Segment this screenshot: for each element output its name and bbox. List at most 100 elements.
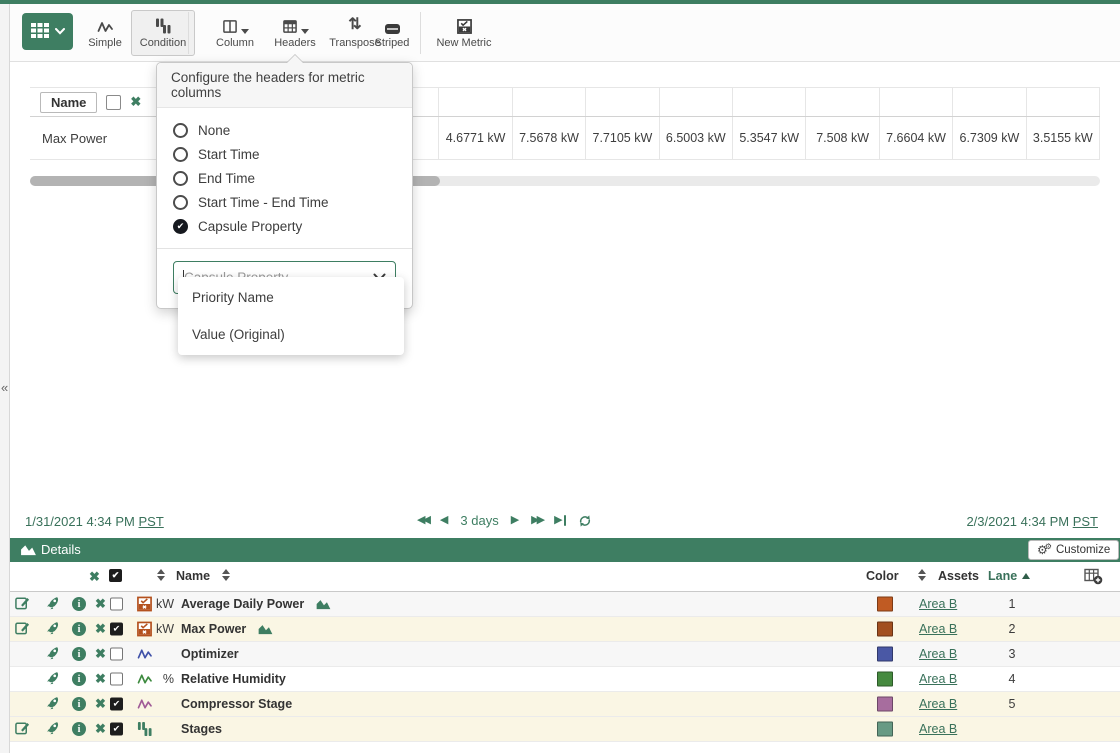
asset-link[interactable]: Area B [919, 722, 957, 736]
display-range-bar: 1/31/2021 4:34 PM PST ◀◀ ◀ 3 days ▶ ▶▶ ▶… [10, 508, 1120, 538]
remove-column-icon[interactable]: ✖ [130, 94, 141, 110]
table-toolbar: Simple Condition Column [10, 4, 1120, 62]
row-checkbox[interactable] [110, 598, 123, 611]
select-all-checkbox[interactable]: ✔ [109, 569, 122, 582]
step-to-end-icon[interactable]: ▶ [554, 515, 566, 526]
range-start[interactable]: 1/31/2021 4:34 PM PST [25, 514, 164, 529]
popover-arrow [287, 55, 303, 63]
chevron-down-icon [55, 28, 65, 35]
remove-icon[interactable]: ✖ [95, 696, 106, 712]
timezone-link[interactable]: PST [138, 514, 163, 529]
collapse-sidebar-icon[interactable]: « [1, 380, 8, 395]
color-column-header[interactable]: Color [866, 569, 899, 583]
color-swatch[interactable] [877, 697, 893, 712]
signal-icon [97, 17, 114, 34]
refresh-icon[interactable] [578, 514, 592, 528]
radio-option-start-end-time[interactable]: Start Time - End Time [173, 190, 396, 214]
collapsed-sidebar[interactable]: « [0, 4, 10, 753]
asset-link[interactable]: Area B [919, 697, 957, 711]
rocket-icon[interactable] [46, 670, 61, 688]
timezone-link[interactable]: PST [1073, 514, 1098, 529]
rocket-icon[interactable] [46, 720, 61, 738]
unit-label: kW [150, 597, 174, 611]
color-swatch[interactable] [877, 647, 893, 662]
asset-link[interactable]: Area B [919, 597, 957, 611]
menu-item-value-original[interactable]: Value (Original) [178, 316, 404, 353]
area-chart-icon [20, 543, 37, 561]
radio-option-start-time[interactable]: Start Time [173, 142, 396, 166]
remove-icon[interactable]: ✖ [95, 596, 106, 612]
table-view-button[interactable] [22, 13, 73, 50]
lane-number: 2 [998, 622, 1026, 636]
color-swatch[interactable] [877, 672, 893, 687]
remove-icon[interactable]: ✖ [95, 671, 106, 687]
asset-link[interactable]: Area B [919, 647, 957, 661]
radio-checked-icon: ✔ [173, 219, 188, 234]
info-icon[interactable]: i [72, 622, 86, 636]
edit-icon[interactable] [15, 720, 30, 738]
menu-item-priority-name[interactable]: Priority Name [178, 279, 404, 316]
row-checkbox[interactable] [110, 648, 123, 661]
toolbar-striped-button[interactable]: Striped [368, 10, 416, 56]
duration-label[interactable]: 3 days [460, 513, 498, 528]
row-checkbox[interactable]: ✔ [110, 623, 123, 636]
toolbar-headers-button[interactable]: Headers [268, 10, 322, 56]
add-column-icon[interactable] [1084, 568, 1103, 588]
radio-label: Capsule Property [198, 219, 302, 234]
details-column-header-row: ✖ ✔ Name Color Assets Lane [10, 562, 1120, 592]
rocket-icon[interactable] [46, 595, 61, 613]
step-forward-icon[interactable]: ▶ [511, 515, 519, 526]
headers-icon [282, 17, 309, 34]
sort-icon[interactable] [918, 569, 926, 581]
lane-column-header[interactable]: Lane [988, 569, 1017, 583]
radio-option-end-time[interactable]: End Time [173, 166, 396, 190]
customize-button[interactable]: ⚙⚙ Customize [1028, 540, 1119, 560]
info-icon[interactable]: i [72, 672, 86, 686]
color-swatch[interactable] [877, 722, 893, 737]
metric-column-header [586, 88, 659, 116]
asset-link[interactable]: Area B [919, 672, 957, 686]
row-checkbox[interactable]: ✔ [110, 723, 123, 736]
name-column-checkbox[interactable] [106, 95, 121, 110]
asset-link[interactable]: Area B [919, 622, 957, 636]
info-icon[interactable]: i [72, 597, 86, 611]
sort-icon[interactable] [157, 569, 165, 581]
details-row-compressor-stage: i ✖ ✔ Compressor Stage Area B 5 [10, 692, 1120, 717]
radio-option-capsule-property[interactable]: ✔ Capsule Property [173, 214, 396, 238]
radio-option-none[interactable]: None [173, 118, 396, 142]
assets-column-header[interactable]: Assets [938, 569, 979, 583]
name-column-header[interactable]: Name [176, 569, 210, 583]
toolbar-condition-button[interactable]: Condition [131, 10, 195, 56]
toolbar-button-label: New Metric [436, 37, 491, 49]
metric-column-header [660, 88, 733, 116]
range-end[interactable]: 2/3/2021 4:34 PM PST [966, 514, 1098, 529]
edit-icon[interactable] [15, 620, 30, 638]
row-checkbox[interactable] [110, 673, 123, 686]
row-checkbox[interactable]: ✔ [110, 698, 123, 711]
color-swatch[interactable] [877, 622, 893, 637]
toolbar-new-metric-button[interactable]: New Metric [426, 10, 502, 56]
info-icon[interactable]: i [72, 697, 86, 711]
metric-value-cell: 7.7105 kW [586, 117, 659, 159]
rocket-icon[interactable] [46, 645, 61, 663]
info-icon[interactable]: i [72, 647, 86, 661]
info-icon[interactable]: i [72, 722, 86, 736]
remove-icon[interactable]: ✖ [95, 721, 106, 737]
remove-icon[interactable]: ✖ [95, 646, 106, 662]
step-forward-fast-icon[interactable]: ▶▶ [531, 515, 542, 526]
toolbar-simple-button[interactable]: Simple [79, 10, 131, 56]
unit-label: % [150, 672, 174, 686]
rocket-icon[interactable] [46, 620, 61, 638]
sort-icon[interactable] [222, 569, 230, 581]
toolbar-divider [420, 12, 421, 54]
color-swatch[interactable] [877, 597, 893, 612]
step-back-icon[interactable]: ◀ [440, 515, 448, 526]
remove-icon[interactable]: ✖ [95, 621, 106, 637]
edit-icon[interactable] [15, 595, 30, 613]
remove-all-icon[interactable]: ✖ [89, 569, 100, 585]
rocket-icon[interactable] [46, 695, 61, 713]
step-back-fast-icon[interactable]: ◀◀ [417, 515, 428, 526]
toolbar-column-button[interactable]: Column [204, 10, 266, 56]
capsule-property-menu: Priority Name Value (Original) [178, 277, 404, 355]
name-column-chip[interactable]: Name [40, 92, 97, 113]
